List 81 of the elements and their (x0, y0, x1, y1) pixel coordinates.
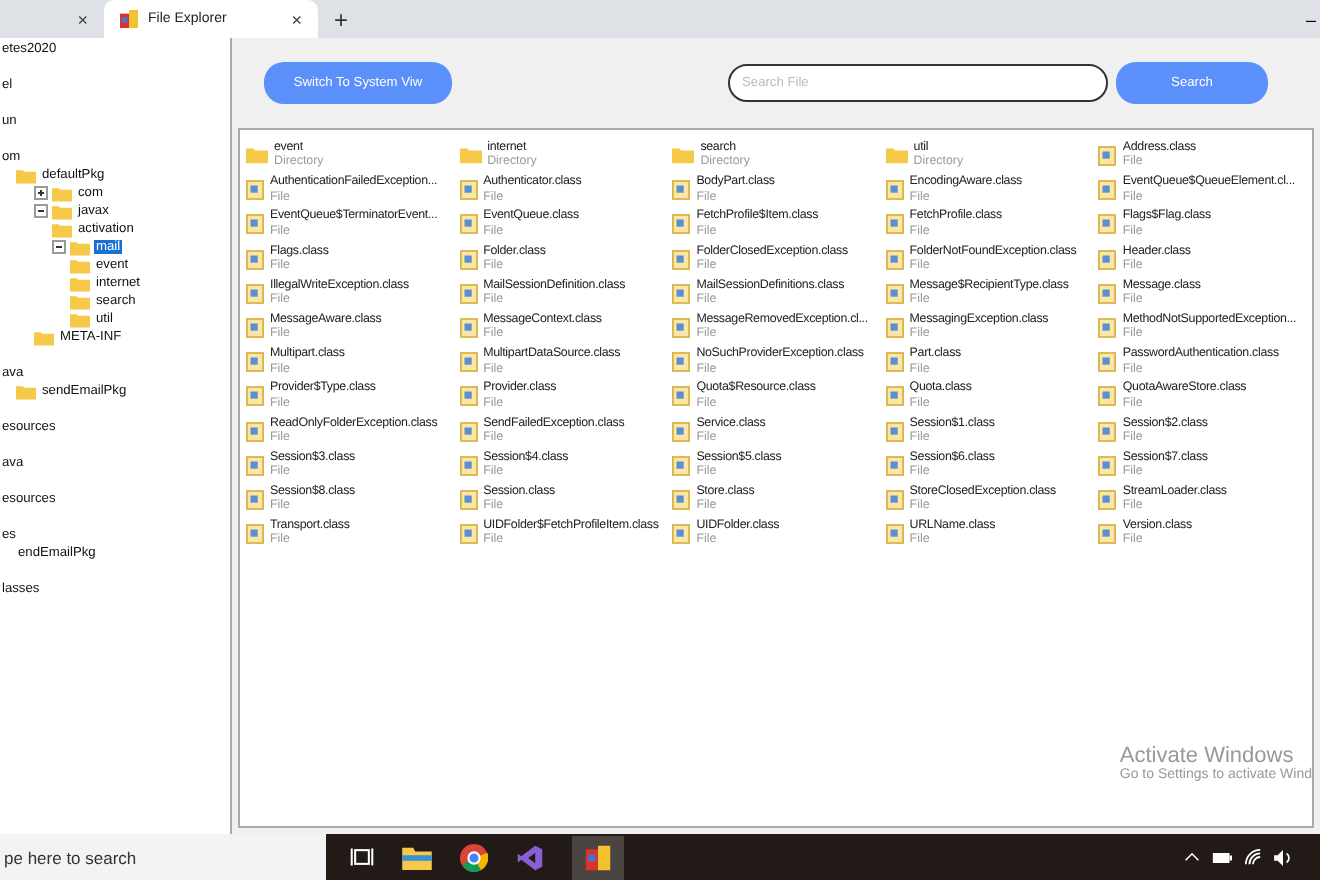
file-icon (459, 524, 478, 545)
file-icon (459, 249, 478, 270)
file-icon (246, 386, 264, 407)
file-icon (1098, 317, 1117, 338)
file-icon (672, 283, 691, 304)
file-icon (885, 489, 904, 510)
file-icon (885, 455, 904, 476)
file-icon (246, 317, 264, 338)
file-icon (459, 214, 478, 235)
file-icon (459, 489, 478, 510)
file-icon (459, 352, 478, 373)
file-icon (672, 455, 691, 476)
file-icon (246, 524, 264, 545)
file-icon (885, 283, 904, 304)
file-icon (459, 386, 478, 407)
file-icon (672, 214, 691, 235)
file-icon (1098, 489, 1117, 510)
file-icon (246, 352, 264, 373)
file-icon (672, 249, 691, 270)
file-icon (672, 317, 691, 338)
browser-tab[interactable]: × (0, 0, 104, 38)
file-icon (672, 489, 691, 510)
minimize-button[interactable]: – (1305, 9, 1320, 29)
file-icon (246, 249, 264, 270)
file-icon (1098, 180, 1117, 201)
file-icon (1098, 283, 1117, 304)
file-icon (885, 352, 904, 373)
file-icon (459, 317, 478, 338)
file-icon (885, 524, 904, 545)
file-icon (672, 386, 691, 407)
file-icon (885, 180, 904, 201)
close-tab-button[interactable]: × (291, 9, 302, 29)
file-icon (1098, 524, 1117, 545)
code-editor-icon[interactable] (516, 843, 544, 871)
task-view-icon[interactable] (350, 846, 374, 868)
folder-icon (16, 383, 36, 399)
app-icon (120, 10, 138, 28)
file-icon (885, 317, 904, 338)
folder-icon[interactable] (402, 845, 432, 869)
file-icon (459, 421, 478, 441)
file-icon (672, 524, 691, 545)
file-icon (1098, 214, 1117, 235)
file-icon (1098, 352, 1117, 373)
file-icon (885, 421, 904, 441)
volume-icon[interactable] (1274, 849, 1292, 865)
battery-icon[interactable] (1212, 851, 1232, 863)
file-icon (672, 421, 691, 441)
file-icon (885, 214, 904, 235)
folder-icon (246, 146, 268, 164)
file-icon (246, 180, 264, 201)
activation-title: Activate Windows (1119, 744, 1294, 768)
file-icon (459, 455, 478, 476)
wifi-icon[interactable] (1244, 848, 1262, 866)
chevron-up-icon[interactable] (1184, 852, 1200, 862)
expander-icon[interactable] (52, 240, 66, 254)
file-icon (1098, 421, 1117, 441)
expander-icon[interactable] (34, 204, 48, 218)
file-icon (1098, 455, 1117, 476)
taskbar-search-field[interactable]: pe here to search (0, 834, 326, 880)
folder-icon (672, 146, 695, 164)
file-icon (672, 352, 691, 373)
file-icon (1098, 386, 1117, 407)
file-icon (459, 180, 478, 201)
file-icon (459, 283, 478, 304)
new-tab-button[interactable]: + (334, 5, 349, 33)
file-icon (246, 489, 264, 510)
file-icon (885, 249, 904, 270)
file-icon (672, 180, 691, 201)
file-icon (246, 214, 264, 235)
expander-icon[interactable] (34, 186, 48, 200)
app-icon[interactable] (572, 835, 624, 879)
browser-icon[interactable] (460, 843, 488, 871)
file-icon (1098, 146, 1117, 166)
file-icon (246, 455, 264, 476)
close-tab-button[interactable]: × (77, 9, 88, 29)
file-icon (885, 386, 904, 407)
file-icon (246, 421, 264, 441)
file-icon (1098, 249, 1117, 270)
folder-icon (885, 146, 908, 164)
folder-icon (459, 146, 482, 164)
file-icon (246, 283, 264, 304)
